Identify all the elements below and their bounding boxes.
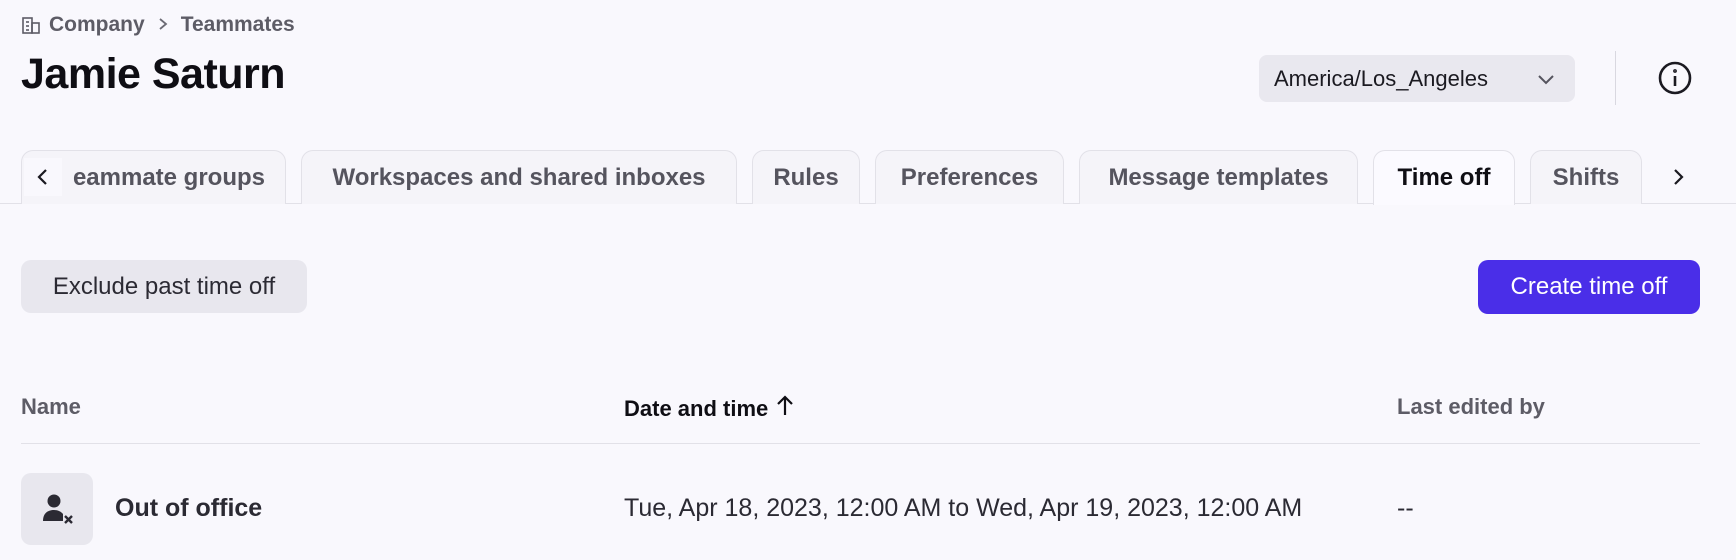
user-off-icon	[21, 473, 93, 545]
last-edited-by: --	[1397, 494, 1414, 522]
chevron-right-icon	[157, 14, 169, 37]
breadcrumb-teammates[interactable]: Teammates	[181, 13, 295, 37]
column-header-date-and-time[interactable]: Date and time	[624, 394, 796, 424]
tab-preferences[interactable]: Preferences	[875, 150, 1064, 204]
chevron-right-icon[interactable]	[1659, 158, 1697, 196]
tab-label: Time off	[1397, 164, 1491, 191]
tab-workspaces[interactable]: Workspaces and shared inboxes	[301, 150, 737, 204]
time-off-name: Out of office	[115, 494, 263, 522]
timezone-value: America/Los_Angeles	[1274, 65, 1489, 91]
tab-label: Rules	[773, 163, 839, 191]
info-icon[interactable]	[1656, 59, 1694, 97]
column-header-name[interactable]: Name	[21, 394, 81, 420]
column-header-last-edited-by[interactable]: Last edited by	[1397, 394, 1545, 420]
table-header-divider	[21, 443, 1700, 444]
tab-shifts[interactable]: Shifts	[1530, 150, 1642, 204]
header-divider	[1615, 51, 1616, 105]
chevron-down-icon	[1535, 68, 1557, 90]
tab-label: eammate groups	[72, 163, 265, 191]
timezone-select[interactable]: America/Los_Angeles	[1259, 55, 1575, 102]
column-header-label: Name	[21, 394, 81, 419]
tab-label: Workspaces and shared inboxes	[332, 163, 706, 191]
tab-message-templates[interactable]: Message templates	[1079, 150, 1358, 204]
building-icon	[21, 15, 41, 35]
tab-label: Preferences	[900, 163, 1039, 191]
column-header-label: Last edited by	[1397, 394, 1545, 419]
column-header-label: Date and time	[624, 396, 769, 421]
time-off-date-range: Tue, Apr 18, 2023, 12:00 AM to Wed, Apr …	[624, 494, 1303, 522]
chevron-left-icon[interactable]	[24, 158, 62, 196]
tab-time-off[interactable]: Time off	[1373, 150, 1515, 205]
tab-label: Message templates	[1108, 163, 1329, 191]
breadcrumb: Company Teammates	[21, 11, 295, 39]
tab-label: Shifts	[1552, 163, 1620, 191]
create-time-off-button[interactable]: Create time off	[1478, 260, 1700, 314]
breadcrumb-company[interactable]: Company	[49, 13, 145, 37]
arrow-up-icon	[774, 394, 796, 424]
page-title: Jamie Saturn	[21, 50, 286, 98]
exclude-past-time-off-toggle[interactable]: Exclude past time off	[21, 260, 307, 313]
tab-rules[interactable]: Rules	[752, 150, 860, 204]
page: Company Teammates Jamie Saturn America/L…	[0, 0, 1736, 560]
